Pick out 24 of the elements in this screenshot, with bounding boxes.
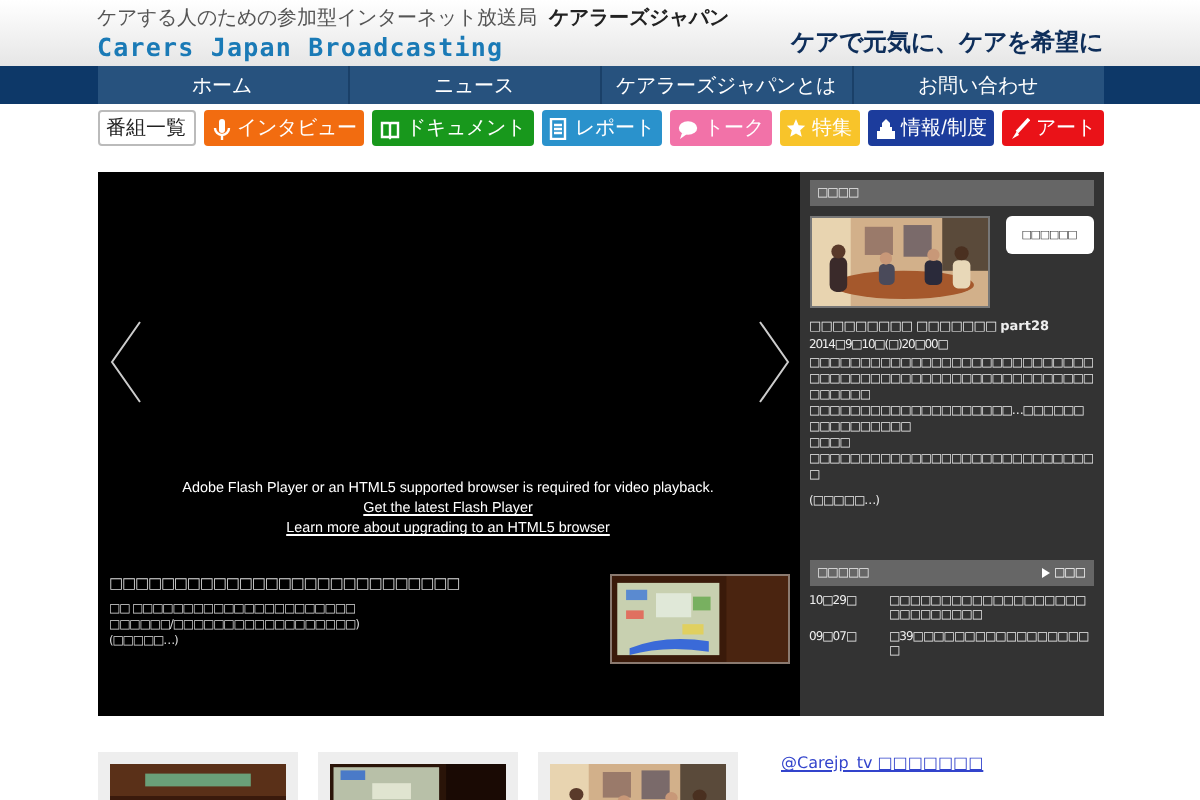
thumbnail-card[interactable] [97,752,297,800]
site-logo[interactable]: Carers Japan Broadcasting [97,32,729,62]
building-icon [875,117,896,139]
thumbnail-card[interactable] [537,752,737,800]
nav-link[interactable]: ケアラーズジャパンとは [601,66,853,104]
brush-icon [1009,117,1030,139]
arrow-icon [1041,567,1050,577]
thumbnail-card[interactable] [317,752,517,800]
category-button[interactable]: ドキュメント [372,110,534,146]
category-button[interactable]: アート [1002,110,1104,146]
speech-bubble-icon [677,117,698,139]
mic-icon [211,117,232,139]
site-name: ケアラーズジャパン [549,5,729,32]
slogan: ケアで元気に、ケアを希望に [791,26,1103,60]
nav-link[interactable]: お問い合わせ [853,66,1103,104]
category-button[interactable]: 情報/制度 [867,110,995,146]
nav-link[interactable]: ホーム [97,66,349,104]
book-icon [380,117,401,139]
nav-link[interactable]: ニュース [349,66,601,104]
twitter-link[interactable]: @Carejp_tv □□□□□□□ [781,752,984,776]
star-icon [786,117,807,139]
category-button[interactable]: 番組一覧 [97,110,196,146]
document-icon [548,117,569,139]
tagline: ケアする人のための参加型インターネット放送局 [97,5,537,32]
